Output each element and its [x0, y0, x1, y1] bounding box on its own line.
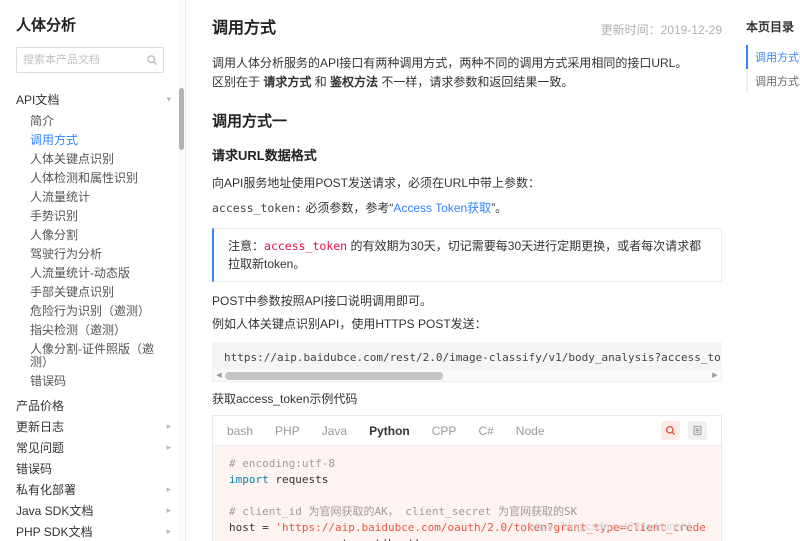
access-token-code: access_token:: [212, 201, 302, 215]
sidebar-item-changelog[interactable]: 更新日志 ▸: [16, 416, 185, 437]
code-toolbar: [661, 421, 707, 440]
content-header: 调用方式 更新时间：2019-12-29: [212, 14, 722, 38]
sidebar-scrollbar-thumb[interactable]: [179, 88, 184, 150]
scroll-right-icon[interactable]: ▶: [709, 370, 721, 382]
sidebar-item-pricing[interactable]: 产品价格: [16, 395, 185, 416]
search-icon[interactable]: [141, 54, 163, 66]
scroll-left-icon[interactable]: ◀: [213, 370, 225, 382]
code-sample-card: bash PHP Java Python CPP C# Node: [212, 415, 722, 541]
page-toc: 本页目录 调用方式一 调用方式二: [736, 0, 800, 541]
code-line-empty: [229, 488, 705, 504]
product-title: 人体分析: [16, 14, 185, 35]
scrollbar-thumb[interactable]: [225, 372, 443, 380]
sidebar-scrollbar[interactable]: [178, 0, 185, 541]
code-line: import requests: [229, 472, 705, 488]
sidebar-item-gesture[interactable]: 手势识别: [16, 207, 185, 226]
api-doc-submenu: 简介 调用方式 人体关键点识别 人体检测和属性识别 人流量统计 手势识别 人像分…: [16, 112, 185, 391]
chevron-right-icon: ▸: [166, 422, 171, 431]
request-url-format-title: 请求URL数据格式: [212, 145, 722, 164]
post-param-paragraph: POST中参数按照API接口说明调用即可。: [212, 292, 722, 311]
doc-search-box[interactable]: [16, 47, 164, 73]
code-line: # encoding:utf-8: [229, 456, 705, 472]
tab-csharp[interactable]: C#: [478, 424, 493, 438]
code-block: # encoding:utf-8 import requests # clien…: [213, 446, 721, 541]
tab-python[interactable]: Python: [369, 424, 410, 438]
sidebar-item-portrait-seg[interactable]: 人像分割: [16, 226, 185, 245]
code-search-icon[interactable]: [661, 421, 680, 440]
sidebar-item-fingertip[interactable]: 指尖检测（邀测）: [16, 321, 185, 340]
sidebar-item-intro[interactable]: 简介: [16, 112, 185, 131]
code-language-tabs: bash PHP Java Python CPP C# Node: [213, 416, 721, 446]
sidebar-item-crowd-count[interactable]: 人流量统计: [16, 188, 185, 207]
doc-page: 人体分析 API文档 ▾ 简介 调用方式 人体关键点识别 人体检测和属性识别 人…: [0, 0, 800, 541]
scrollbar-track[interactable]: [225, 370, 709, 381]
sidebar-item-faq[interactable]: 常见问题 ▸: [16, 437, 185, 458]
sidebar-nav: API文档 ▾ 简介 调用方式 人体关键点识别 人体检测和属性识别 人流量统计 …: [16, 89, 185, 541]
chevron-right-icon: ▸: [166, 443, 171, 452]
note-box: 注意：access_token 的有效期为30天，切记需要每30天进行定期更换，…: [212, 228, 722, 282]
code-line: host = 'https://aip.baidubce.com/oauth/2…: [229, 520, 705, 536]
tab-java[interactable]: Java: [322, 424, 347, 438]
tab-cpp[interactable]: CPP: [432, 424, 457, 438]
sidebar: 人体分析 API文档 ▾ 简介 调用方式 人体关键点识别 人体检测和属性识别 人…: [0, 0, 186, 541]
sidebar-item-hand-keypoints[interactable]: 手部关键点识别: [16, 283, 185, 302]
chevron-right-icon: ▸: [166, 485, 171, 494]
example-paragraph: 例如人体关键点识别API，使用HTTPS POST发送：: [212, 315, 722, 334]
chevron-right-icon: ▸: [166, 527, 171, 536]
sidebar-item-java-sdk[interactable]: Java SDK文档 ▸: [16, 500, 185, 521]
sidebar-item-php-sdk[interactable]: PHP SDK文档 ▸: [16, 521, 185, 541]
sidebar-item-driving-behavior[interactable]: 驾驶行为分析: [16, 245, 185, 264]
sidebar-item-error-codes[interactable]: 错误码: [16, 458, 185, 479]
access-token-link[interactable]: Access Token获取: [393, 201, 491, 215]
page-title: 调用方式: [212, 14, 276, 38]
sidebar-item-idphoto-seg[interactable]: 人像分割-证件照版（邀测）: [16, 340, 185, 372]
access-token-paragraph: access_token: 必须参数，参考“Access Token获取”。: [212, 199, 722, 218]
doc-content: 调用方式 更新时间：2019-12-29 调用人体分析服务的API接口有两种调用…: [186, 0, 736, 541]
sidebar-item-danger-behavior[interactable]: 危险行为识别（邀测）: [16, 302, 185, 321]
intro-paragraph-2: 区别在于 请求方式 和 鉴权方法 不一样，请求参数和返回结果一致。: [212, 73, 722, 92]
chevron-right-icon: ▸: [166, 506, 171, 515]
code-line: # client_id 为官网获取的AK， client_secret 为官网获…: [229, 504, 705, 520]
tab-node[interactable]: Node: [516, 424, 545, 438]
sidebar-item-invoke-method[interactable]: 调用方式: [16, 131, 185, 150]
tab-bash[interactable]: bash: [227, 424, 253, 438]
sidebar-item-label: API文档: [16, 91, 59, 108]
updated-time: 更新时间：2019-12-29: [601, 21, 722, 38]
post-request-paragraph: 向API服务地址使用POST发送请求，必须在URL中带上参数：: [212, 174, 722, 193]
code-sample-caption: 获取access_token示例代码: [212, 390, 722, 409]
code-copy-icon[interactable]: [688, 421, 707, 440]
sidebar-item-crowd-count-dynamic[interactable]: 人流量统计-动态版: [16, 264, 185, 283]
toc-item-method-one[interactable]: 调用方式一: [746, 45, 800, 69]
request-url-code-block: https://aip.baidubce.com/rest/2.0/image-…: [212, 342, 722, 370]
sidebar-item-body-attr[interactable]: 人体检测和属性识别: [16, 169, 185, 188]
sidebar-item-body-keypoints[interactable]: 人体关键点识别: [16, 150, 185, 169]
toc-list: 调用方式一 调用方式二: [746, 45, 800, 93]
caret-down-icon[interactable]: ▾: [166, 95, 171, 104]
horizontal-scrollbar[interactable]: ◀ ▶: [212, 370, 722, 382]
intro-paragraph-1: 调用人体分析服务的API接口有两种调用方式，两种不同的调用方式采用相同的接口UR…: [212, 54, 722, 73]
sidebar-item-private-deploy[interactable]: 私有化部署 ▸: [16, 479, 185, 500]
sidebar-item-error-code[interactable]: 错误码: [16, 372, 185, 391]
search-input[interactable]: [17, 54, 141, 66]
sidebar-item-api-docs[interactable]: API文档 ▾: [16, 89, 185, 110]
section-title-method-one: 调用方式一: [212, 110, 722, 131]
toc-item-method-two[interactable]: 调用方式二: [748, 69, 800, 93]
toc-title: 本页目录: [746, 18, 800, 35]
code-line: response = requests.get(host): [229, 536, 705, 541]
access-token-inline-code: access_token: [264, 239, 347, 253]
tab-php[interactable]: PHP: [275, 424, 300, 438]
